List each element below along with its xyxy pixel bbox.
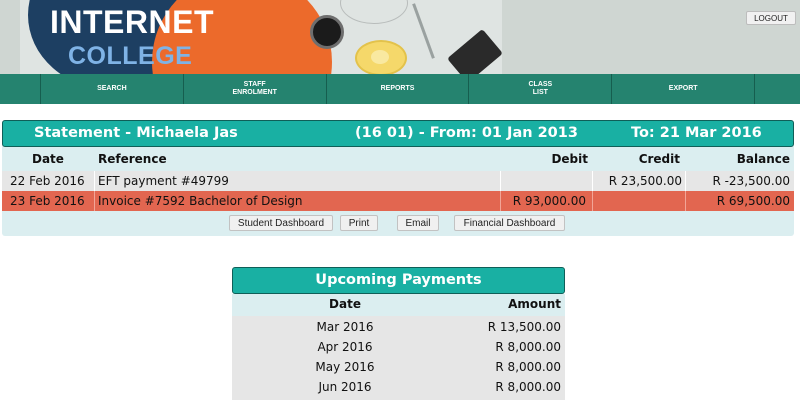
- nav-reports[interactable]: REPORTS: [325, 74, 469, 104]
- table-row: 22 Feb 2016 EFT payment #49799 R 23,500.…: [2, 171, 794, 191]
- coffee-mug-image: [310, 15, 344, 49]
- nav-class-list[interactable]: CLASS LIST: [468, 74, 611, 104]
- page-header: INTERNET COLLEGE LOGOUT: [0, 0, 800, 74]
- statement-date-range: (16 01) - From: 01 Jan 2013: [355, 125, 578, 141]
- tablet-image: [447, 28, 502, 74]
- decorative-ring: [340, 0, 408, 24]
- row-date: 22 Feb 2016: [10, 174, 85, 188]
- financial-dashboard-button[interactable]: Financial Dashboard: [454, 215, 565, 231]
- statement-column-headers: Date Reference Debit Credit Balance: [2, 149, 794, 171]
- col-header-balance: Balance: [736, 152, 790, 166]
- nav-search[interactable]: SEARCH: [39, 74, 183, 104]
- logo-text-college: COLLEGE: [68, 42, 193, 70]
- row-date: 23 Feb 2016: [10, 194, 85, 208]
- nav-spacer-right: [754, 74, 800, 104]
- print-button[interactable]: Print: [340, 215, 378, 231]
- up-row-amount: R 13,500.00: [487, 320, 561, 334]
- row-reference: Invoice #7592 Bachelor of Design: [98, 194, 303, 208]
- up-row-amount: R 8,000.00: [495, 360, 561, 374]
- row-credit: R 23,500.00: [608, 174, 682, 188]
- row-debit: R 93,000.00: [512, 194, 586, 208]
- nav-export[interactable]: EXPORT: [611, 74, 754, 104]
- upcoming-payments-list: Mar 2016 R 13,500.00 Apr 2016 R 8,000.00…: [232, 316, 565, 400]
- col-header-credit: Credit: [638, 152, 680, 166]
- teacup-image: [355, 40, 407, 74]
- nav-spacer-left: [0, 74, 40, 104]
- upcoming-column-headers: Date Amount: [232, 294, 565, 316]
- nav-staff-enrolment[interactable]: STAFF ENROLMENT: [182, 74, 326, 104]
- email-button[interactable]: Email: [397, 215, 439, 231]
- row-balance: R -23,500.00: [712, 174, 790, 188]
- statement-to-date: To: 21 Mar 2016: [631, 125, 762, 141]
- up-col-header-amount: Amount: [508, 297, 561, 311]
- statement-title-bar: Statement - Michaela Jas (16 01) - From:…: [2, 120, 794, 147]
- logo-text-internet: INTERNET: [50, 4, 214, 40]
- row-reference: EFT payment #49799: [98, 174, 229, 188]
- up-row-amount: R 8,000.00: [495, 340, 561, 354]
- upcoming-payments-title: Upcoming Payments: [232, 267, 565, 294]
- table-row: 23 Feb 2016 Invoice #7592 Bachelor of De…: [2, 191, 794, 211]
- logout-button[interactable]: LOGOUT: [746, 11, 796, 25]
- statement-student-name: Statement - Michaela Jas: [34, 125, 238, 141]
- student-dashboard-button[interactable]: Student Dashboard: [229, 215, 333, 231]
- up-row-amount: R 8,000.00: [495, 380, 561, 394]
- pen-image: [412, 3, 435, 59]
- col-header-reference: Reference: [98, 152, 167, 166]
- col-header-date: Date: [32, 152, 64, 166]
- main-nav: SEARCH STAFF ENROLMENT REPORTS CLASS LIS…: [0, 74, 800, 104]
- row-balance: R 69,500.00: [716, 194, 790, 208]
- col-header-debit: Debit: [551, 152, 588, 166]
